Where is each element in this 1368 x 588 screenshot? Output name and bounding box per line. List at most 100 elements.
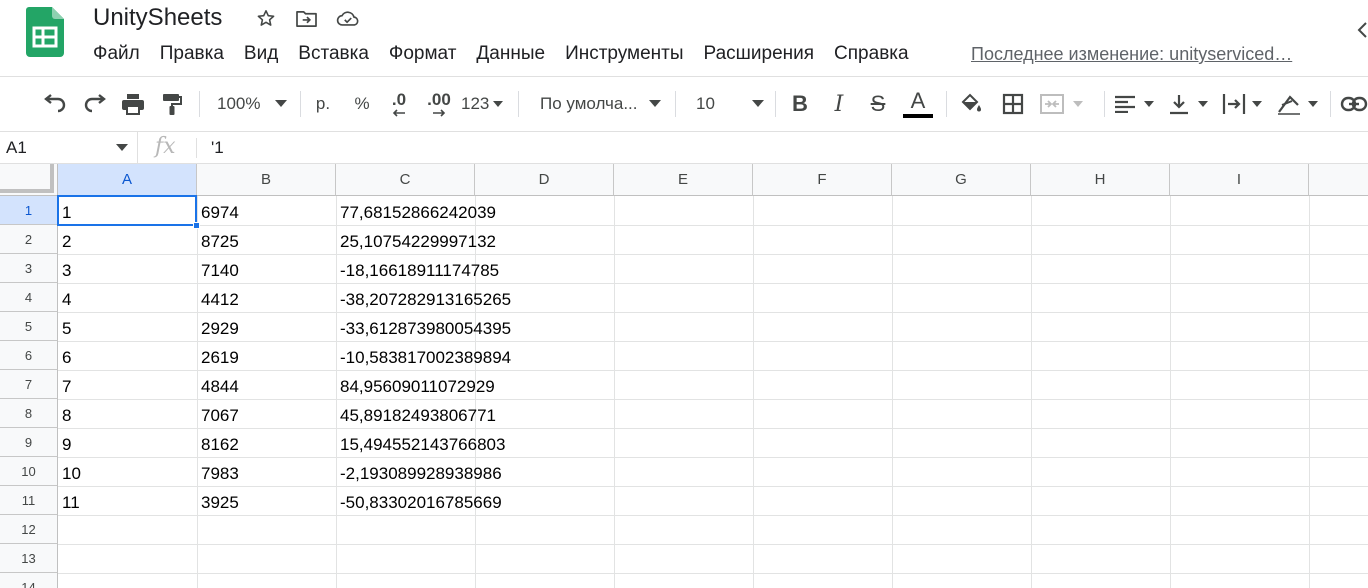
- column-header-partial[interactable]: [1309, 164, 1368, 196]
- row-header-13[interactable]: 13: [0, 544, 58, 573]
- cell-c10[interactable]: -2,193089928938986: [340, 459, 502, 488]
- font-family-select[interactable]: По умолча...: [532, 89, 666, 119]
- cell-c6[interactable]: -10,583817002389894: [340, 343, 511, 372]
- redo-icon[interactable]: [82, 89, 108, 119]
- vertical-align-icon[interactable]: [1168, 89, 1212, 119]
- row-header-2[interactable]: 2: [0, 225, 58, 254]
- print-icon[interactable]: [119, 89, 147, 119]
- strikethrough-button[interactable]: S: [865, 89, 891, 119]
- italic-button[interactable]: I: [826, 89, 852, 119]
- borders-icon[interactable]: [999, 89, 1027, 119]
- row-header-1[interactable]: 1: [0, 196, 58, 225]
- text-rotation-icon[interactable]: [1276, 89, 1322, 119]
- menu-format[interactable]: Формат: [379, 42, 467, 66]
- row-header-3[interactable]: 3: [0, 254, 58, 283]
- increase-decimals-button[interactable]: .00: [422, 89, 456, 119]
- column-header-e[interactable]: E: [614, 164, 753, 196]
- row-header-11[interactable]: 11: [0, 486, 58, 515]
- column-header-d[interactable]: D: [475, 164, 614, 196]
- cell-c11[interactable]: -50,83302016785669: [340, 488, 502, 517]
- cell-a11[interactable]: 11: [62, 488, 80, 517]
- percent-format-button[interactable]: %: [348, 89, 376, 119]
- column-header-h[interactable]: H: [1031, 164, 1170, 196]
- frozen-column-handle[interactable]: [50, 164, 54, 193]
- fill-color-icon[interactable]: [957, 89, 985, 119]
- menu-file[interactable]: Файл: [83, 42, 150, 66]
- menu-help[interactable]: Справка: [824, 42, 919, 66]
- move-folder-icon[interactable]: [294, 7, 318, 29]
- text-color-button[interactable]: A: [901, 89, 935, 119]
- horizontal-align-icon[interactable]: [1114, 89, 1158, 119]
- cell-b4[interactable]: 4412: [201, 285, 239, 314]
- menu-insert[interactable]: Вставка: [288, 42, 379, 66]
- currency-format-button[interactable]: р.: [308, 89, 338, 119]
- select-all-corner[interactable]: [0, 164, 58, 196]
- cell-b6[interactable]: 2619: [201, 343, 239, 372]
- cell-b1[interactable]: 6974: [201, 198, 239, 227]
- row-header-10[interactable]: 10: [0, 457, 58, 486]
- row-header-14[interactable]: 14: [0, 573, 58, 588]
- cell-b3[interactable]: 7140: [201, 256, 239, 285]
- cell-a7[interactable]: 7: [62, 372, 71, 401]
- column-header-c[interactable]: C: [336, 164, 475, 196]
- cell-c5[interactable]: -33,612873980054395: [340, 314, 511, 343]
- cell-a3[interactable]: 3: [62, 256, 71, 285]
- cell-c8[interactable]: 45,89182493806771: [340, 401, 496, 430]
- row-header-9[interactable]: 9: [0, 428, 58, 457]
- last-edit-link[interactable]: Последнее изменение: unityserviced…: [971, 43, 1292, 65]
- menu-edit[interactable]: Правка: [150, 42, 234, 66]
- sheets-logo-icon[interactable]: [26, 7, 64, 57]
- row-header-4[interactable]: 4: [0, 283, 58, 312]
- text-wrapping-icon[interactable]: [1222, 89, 1266, 119]
- cell-c3[interactable]: -18,16618911174785: [340, 256, 499, 285]
- column-header-b[interactable]: B: [197, 164, 336, 196]
- cell-b8[interactable]: 7067: [201, 401, 239, 430]
- chevron-left-icon[interactable]: [1352, 20, 1368, 40]
- zoom-select[interactable]: 100%: [211, 89, 297, 119]
- menu-data[interactable]: Данные: [466, 42, 555, 66]
- row-header-7[interactable]: 7: [0, 370, 58, 399]
- menu-tools[interactable]: Инструменты: [555, 42, 693, 66]
- undo-icon[interactable]: [42, 89, 68, 119]
- cell-c2[interactable]: 25,10754229997132: [340, 227, 496, 256]
- cell-b7[interactable]: 4844: [201, 372, 239, 401]
- row-header-8[interactable]: 8: [0, 399, 58, 428]
- more-formats-button[interactable]: 123: [461, 89, 507, 119]
- formula-input[interactable]: '1: [211, 138, 224, 158]
- cell-b2[interactable]: 8725: [201, 227, 239, 256]
- bold-button[interactable]: B: [787, 89, 813, 119]
- paint-format-icon[interactable]: [159, 89, 185, 119]
- fill-handle[interactable]: [193, 222, 200, 229]
- row-header-6[interactable]: 6: [0, 341, 58, 370]
- cell-a2[interactable]: 2: [62, 227, 71, 256]
- cloud-saved-icon[interactable]: [336, 7, 360, 29]
- cell-a4[interactable]: 4: [62, 285, 71, 314]
- cell-b5[interactable]: 2929: [201, 314, 239, 343]
- row-header-5[interactable]: 5: [0, 312, 58, 341]
- cell-a10[interactable]: 10: [62, 459, 81, 488]
- font-size-select[interactable]: 10: [688, 89, 768, 119]
- cell-b10[interactable]: 7983: [201, 459, 239, 488]
- cell-b11[interactable]: 3925: [201, 488, 239, 517]
- column-header-i[interactable]: I: [1170, 164, 1309, 196]
- cell-c1[interactable]: 77,68152866242039: [340, 198, 496, 227]
- column-header-f[interactable]: F: [753, 164, 892, 196]
- menu-extensions[interactable]: Расширения: [694, 42, 825, 66]
- cell-b9[interactable]: 8162: [201, 430, 239, 459]
- star-icon[interactable]: [254, 7, 278, 29]
- cell-c9[interactable]: 15,494552143766803: [340, 430, 505, 459]
- cell-a9[interactable]: 9: [62, 430, 71, 459]
- cell-a8[interactable]: 8: [62, 401, 71, 430]
- name-box[interactable]: A1: [0, 132, 138, 164]
- cell-c4[interactable]: -38,20728291316526​5: [340, 285, 511, 314]
- insert-link-icon[interactable]: [1340, 89, 1368, 119]
- cell-a6[interactable]: 6: [62, 343, 71, 372]
- row-header-12[interactable]: 12: [0, 515, 58, 544]
- menu-view[interactable]: Вид: [234, 42, 288, 66]
- frozen-row-handle[interactable]: [0, 189, 54, 193]
- column-header-a[interactable]: A: [58, 164, 197, 196]
- decrease-decimals-button[interactable]: .0: [384, 89, 414, 119]
- cell-c7[interactable]: 84,95609011072929: [340, 372, 495, 401]
- cell-a5[interactable]: 5: [62, 314, 71, 343]
- column-header-g[interactable]: G: [892, 164, 1031, 196]
